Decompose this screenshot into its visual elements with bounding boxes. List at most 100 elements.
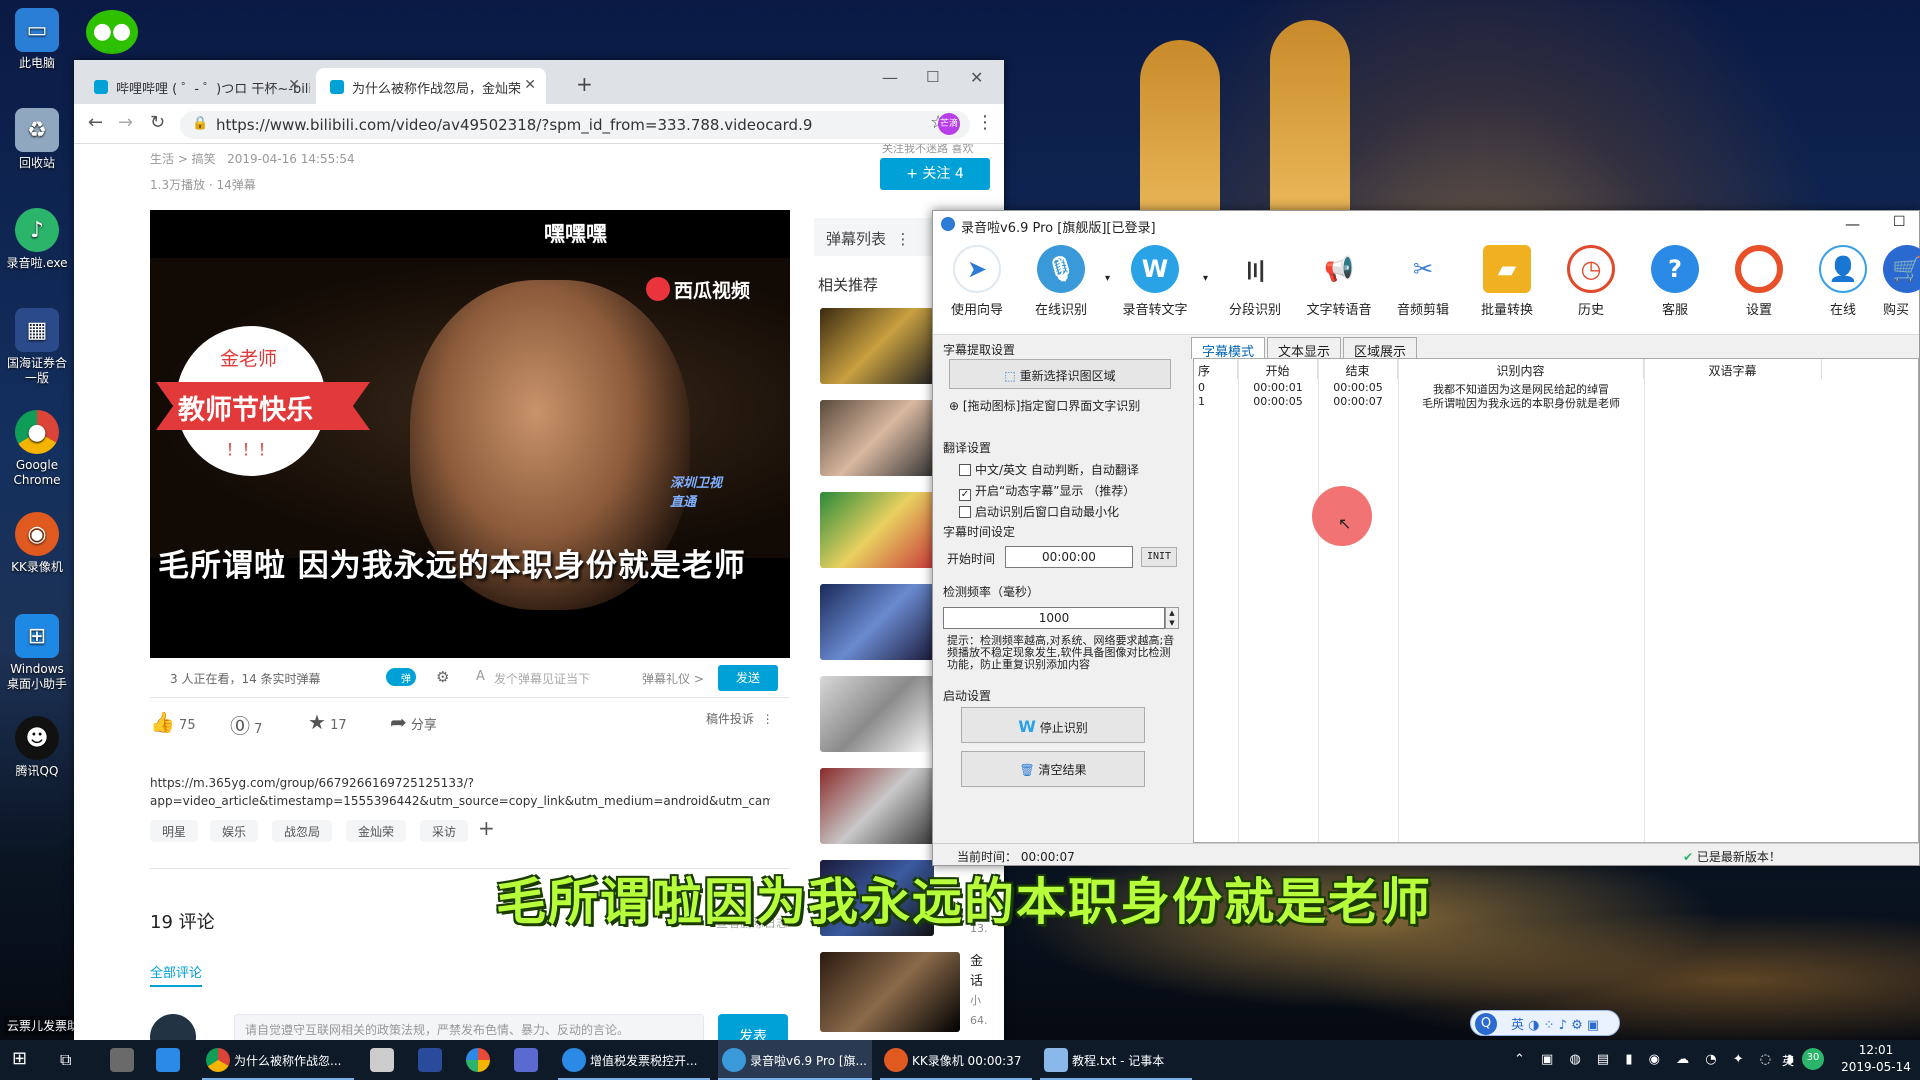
danmaku-settings-icon[interactable]: ⚙	[436, 668, 449, 686]
tab-region-display[interactable]: 区域展示	[1343, 337, 1418, 360]
tag-chip[interactable]: 战忽局	[272, 820, 333, 842]
reload-icon[interactable]: ↻	[150, 112, 165, 133]
taskbar-item-kk[interactable]: KK录像机 00:00:37	[880, 1040, 1032, 1080]
tool-history[interactable]: ◷ 历史	[1551, 245, 1631, 318]
share-button[interactable]: ➦ 分享	[390, 710, 437, 734]
tool-audio-to-text[interactable]: W 录音转文字	[1115, 245, 1195, 318]
desktop-icon-chrome[interactable]: ● Google Chrome	[6, 410, 68, 488]
wechat-icon[interactable]: ●●	[86, 10, 138, 54]
tool-buy[interactable]: 🛒 购买	[1883, 245, 1920, 318]
danmaku-list-header[interactable]: 弹幕列表 ⋮	[814, 218, 934, 256]
app-icon[interactable]	[418, 1048, 442, 1072]
frequency-input[interactable]: 1000	[943, 607, 1165, 629]
related-title-text[interactable]: 话	[970, 970, 983, 989]
tool-support[interactable]: ? 客服	[1635, 245, 1715, 318]
danmaku-send-button[interactable]: 发送	[718, 665, 778, 691]
danmaku-input[interactable]: 发个弹幕见证当下	[494, 670, 590, 687]
column-header[interactable]: 双语字幕	[1644, 359, 1822, 379]
clock[interactable]: 12:01 2019-05-14	[1836, 1040, 1916, 1080]
tag-chip[interactable]: 明星	[150, 820, 199, 842]
picture-app-icon[interactable]	[466, 1048, 490, 1072]
like-button[interactable]: 👍 75	[150, 710, 196, 734]
profile-avatar[interactable]: 芒滴	[938, 113, 960, 135]
related-thumb[interactable]	[820, 308, 934, 384]
comment-send-button[interactable]: 发表	[718, 1014, 788, 1040]
danmaku-etiquette-link[interactable]: 弹幕礼仪 >	[642, 670, 704, 687]
danmaku-toggle[interactable]: 弹	[386, 668, 416, 686]
frequency-spinner[interactable]: ▲ ▼	[1165, 607, 1179, 629]
video-player[interactable]: 嘿嘿嘿 西瓜视频 金老师 教师节快乐 ！！！ 深圳卫视 直通 毛所谓啦 因为我永…	[150, 210, 790, 658]
checkbox-checked[interactable]: ✓	[959, 489, 971, 501]
related-thumb[interactable]	[820, 676, 934, 752]
taskbar-item-tax[interactable]: 增值税发票税控开...	[558, 1040, 710, 1080]
breadcrumb[interactable]: 生活 > 搞笑 2019-04-16 14:55:54	[150, 150, 355, 167]
new-tab-icon[interactable]: +	[576, 72, 593, 96]
desktop-bottom-label[interactable]: 云票儿发票助	[4, 1016, 83, 1035]
report-link[interactable]: 稿件投诉 ⋮	[706, 710, 774, 727]
all-comments-tab[interactable]: 全部评论	[150, 962, 203, 987]
tab-video-active[interactable]: 为什么被称作战忽局，金灿荣 ✕	[316, 68, 546, 104]
notepad-icon[interactable]	[370, 1048, 394, 1072]
close-tab-icon[interactable]: ✕	[288, 77, 300, 93]
taskbar-item-chrome[interactable]: 为什么被称作战忽...	[202, 1040, 354, 1080]
url-field[interactable]: 🔒 https://www.bilibili.com/video/av495023…	[180, 111, 970, 139]
chevron-down-icon[interactable]: ▾	[1105, 273, 1110, 284]
init-button[interactable]: INIT	[1141, 547, 1177, 567]
related-thumb[interactable]	[820, 952, 960, 1032]
taskbar-item-notepad[interactable]: 教程.txt - 记事本	[1040, 1040, 1192, 1080]
start-windows-icon[interactable]: ⊞	[12, 1040, 27, 1080]
tool-settings[interactable]: 设置	[1719, 245, 1799, 318]
checkbox-dynamic-subtitle[interactable]: ✓ 开启“动态字幕”显示 （推荐）	[959, 482, 1135, 501]
file-icon[interactable]	[156, 1048, 180, 1072]
related-title-text[interactable]: 金	[970, 950, 983, 969]
close-window-icon[interactable]: ✕	[970, 68, 983, 87]
danmaku-style-icon[interactable]: A	[476, 669, 485, 684]
checkbox-auto-translate[interactable]: 中文/英文 自动判断，自动翻译	[959, 461, 1139, 478]
desktop-icon-windows-helper[interactable]: ⊞ Windows桌面小助手	[6, 614, 68, 692]
tool-segment[interactable]: 〣分段识别	[1215, 245, 1295, 318]
related-thumb[interactable]	[820, 584, 934, 660]
task-view-icon[interactable]: ⧉	[60, 1040, 71, 1080]
tray-ime[interactable]: 英	[1782, 1040, 1794, 1080]
add-tag-icon[interactable]: +	[478, 816, 495, 840]
tray-badge[interactable]: 30	[1802, 1048, 1824, 1070]
menu-icon[interactable]: ⋮	[976, 112, 994, 133]
desktop-icon-guohai[interactable]: ▦ 国海证券合一版	[6, 308, 68, 386]
tool-batch-convert[interactable]: ▰ 批量转换	[1467, 245, 1547, 318]
clear-results-button[interactable]: 🗑 清空结果	[961, 751, 1145, 787]
desktop-icon-this-pc[interactable]: ▭ 此电脑	[6, 8, 68, 71]
tab-text-display[interactable]: 文本显示	[1267, 337, 1342, 360]
feather-app-icon[interactable]	[514, 1048, 538, 1072]
related-thumb[interactable]	[820, 768, 934, 844]
maximize-icon[interactable]: ☐	[1893, 214, 1906, 230]
chevron-down-icon[interactable]: ▾	[1203, 273, 1208, 284]
column-header[interactable]: 识别内容	[1398, 359, 1644, 379]
coin-button[interactable]: ⓪ 7	[230, 710, 262, 739]
tool-text-to-speech[interactable]: 📢 文字转语音	[1299, 245, 1379, 318]
tool-guide[interactable]: ➤ 使用向导	[937, 245, 1017, 318]
maximize-icon[interactable]: ☐	[926, 68, 939, 86]
minimize-icon[interactable]: —	[1845, 215, 1860, 233]
checkbox[interactable]	[959, 506, 971, 518]
tab-subtitle-mode[interactable]: 字幕模式	[1191, 337, 1266, 360]
desktop-icon-recycle-bin[interactable]: ♻ 回收站	[6, 108, 68, 171]
tool-audio-edit[interactable]: ✂ 音频剪辑	[1383, 245, 1463, 318]
desktop-icon-qq[interactable]: ☻ 腾讯QQ	[6, 716, 68, 779]
checkbox-auto-minimize[interactable]: 启动识别后窗口自动最小化	[959, 503, 1119, 520]
tag-chip[interactable]: 娱乐	[210, 820, 259, 842]
related-thumb[interactable]	[820, 492, 934, 568]
column-header[interactable]: 开始	[1238, 359, 1318, 379]
taskbar-item-luyinla[interactable]: 录音啦v6.9 Pro [旗...	[718, 1040, 872, 1080]
start-time-input[interactable]: 00:00:00	[1005, 546, 1133, 568]
follow-button[interactable]: + 关注 4	[880, 158, 990, 190]
tool-online[interactable]: 👤 在线	[1803, 245, 1883, 318]
column-header[interactable]: 结束	[1318, 359, 1398, 379]
related-thumb[interactable]	[820, 400, 934, 476]
tab-bilibili-home[interactable]: 哔哩哔哩 ( ゜- ゜)つロ 干杯~-bili ✕	[80, 68, 310, 104]
tool-online-recognize[interactable]: 🎙 在线识别	[1021, 245, 1101, 318]
ime-toolbar[interactable]: Q 英 ◑ ⁘ ♪ ⚙ ▣	[1470, 1010, 1620, 1036]
desktop-icon-luyinla[interactable]: ♪ 录音啦.exe	[6, 208, 68, 271]
system-tray-icons[interactable]: ⌃ ▣ ◍ ▤ ▮ ◉ ☁ ◔ ✦ ◌ ◗ ◉	[1514, 1040, 1828, 1080]
tag-chip[interactable]: 采访	[420, 820, 469, 842]
stop-recognition-button[interactable]: W 停止识别	[961, 707, 1145, 743]
